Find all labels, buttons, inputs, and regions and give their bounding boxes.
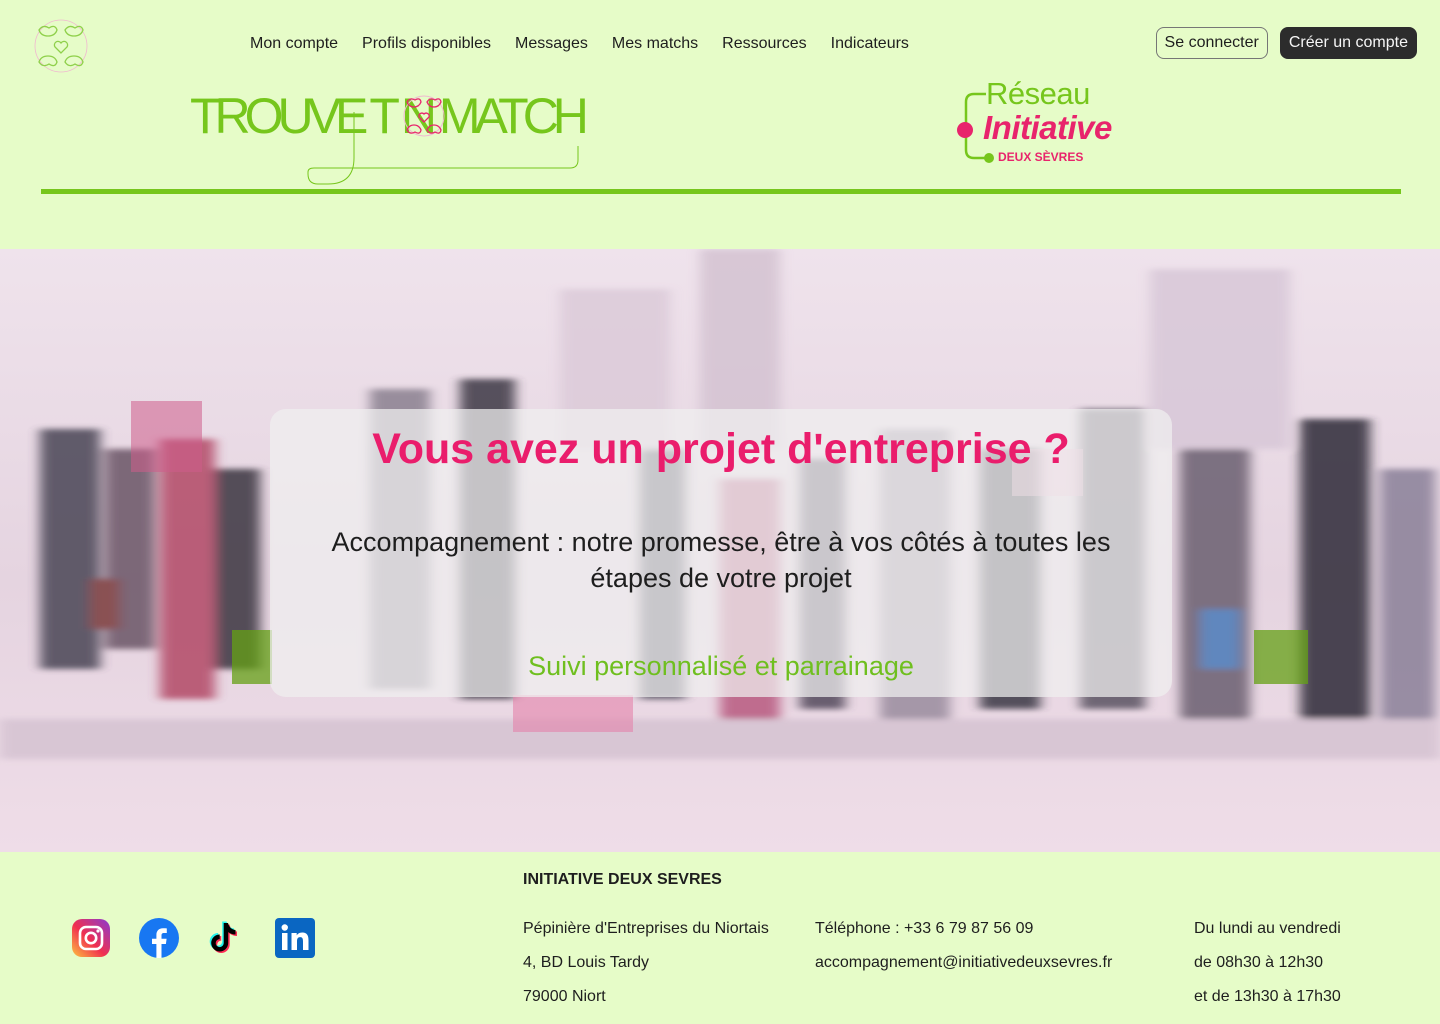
partner-line3: DEUX SÈVRES [998,150,1084,164]
footer-org-name: INITIATIVE DEUX SEVRES [523,871,722,888]
brand-logo[interactable]: TROUVE T N MATCH [190,82,660,192]
decor-square-green-right [1254,630,1308,684]
nav-ressources[interactable]: Ressources [722,33,806,55]
footer-contact: Téléphone : +33 6 79 87 56 09 accompagne… [815,919,1112,987]
social-links [70,917,316,959]
footer-email[interactable]: accompagnement@initiativedeuxsevres.fr [815,953,1112,987]
decor-square-pink-bottom [513,695,633,732]
partner-logo[interactable]: Réseau Initiative DEUX SÈVRES [952,76,1152,168]
nav-messages[interactable]: Messages [515,33,588,55]
footer-phone[interactable]: Téléphone : +33 6 79 87 56 09 [815,919,1112,953]
decor-square-pink-left [131,401,202,472]
hero-link-suivi[interactable]: Suivi personnalisé et parrainage [270,648,1172,684]
partner-line2: Initiative [983,109,1112,146]
footer-hours-line: et de 13h30 à 17h30 [1194,988,1341,1005]
nav-indicateurs[interactable]: Indicateurs [831,33,909,55]
nav-mon-compte[interactable]: Mon compte [250,33,338,55]
nav-mes-matchs[interactable]: Mes matchs [612,33,698,55]
footer-address: Pépinière d'Entreprises du Niortais 4, B… [523,919,769,1021]
header-divider [41,189,1401,194]
brand-heart-icon [307,95,579,185]
footer-address-line: 79000 Niort [523,988,606,1005]
nav-profils-disponibles[interactable]: Profils disponibles [362,33,491,55]
auth-buttons: Se connecter Créer un compte [1155,27,1417,59]
signup-button[interactable]: Créer un compte [1279,27,1417,59]
footer-address-line: Pépinière d'Entreprises du Niortais [523,920,769,937]
hero-section: Vous avez un projet d'entreprise ? Accom… [0,249,1440,852]
main-nav: Mon compte Profils disponibles Messages … [250,33,933,55]
decor-square-green-left [232,630,272,684]
footer-hours: Du lundi au vendredi de 08h30 à 12h30 et… [1194,919,1341,1021]
login-button[interactable]: Se connecter [1155,27,1268,59]
hero-title: Vous avez un projet d'entreprise ? [372,425,1070,473]
facebook-icon[interactable] [138,917,180,959]
instagram-icon[interactable] [70,917,112,959]
footer-address-line: 4, BD Louis Tardy [523,954,649,971]
hero-subtitle: Accompagnement : notre promesse, être à … [331,527,1111,593]
linkedin-icon[interactable] [274,917,316,959]
partner-line1: Réseau [986,76,1090,111]
tiktok-icon[interactable] [206,917,248,959]
hero-card: Vous avez un projet d'entreprise ? Accom… [270,409,1172,697]
footer-hours-line: de 08h30 à 12h30 [1194,954,1324,971]
site-logo-icon[interactable] [33,18,89,74]
footer-hours-line: Du lundi au vendredi [1194,920,1341,937]
